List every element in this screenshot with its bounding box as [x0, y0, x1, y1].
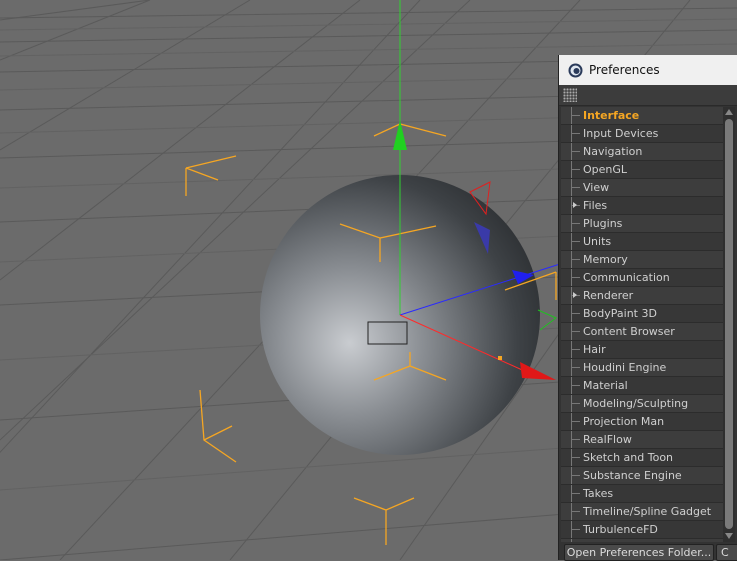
tree-item[interactable]: Communication — [561, 269, 723, 287]
tree-branch-line — [571, 349, 580, 350]
tree-item[interactable]: Import/Export — [561, 539, 723, 542]
tree-item-label: Communication — [583, 271, 670, 284]
tree-item[interactable]: Input Devices — [561, 125, 723, 143]
tree-item-label: Timeline/Spline Gadget — [583, 505, 712, 518]
tree-branch-line — [571, 277, 580, 278]
tree-item-label: Files — [583, 199, 608, 212]
tree-item-label: Substance Engine — [583, 469, 682, 482]
tree-branch-line — [571, 439, 580, 440]
preferences-window[interactable]: Preferences Interface Input Devices Naviga… — [558, 55, 737, 561]
tree-item-label: View — [583, 181, 610, 194]
tree-item-label: Plugins — [583, 217, 623, 230]
tree-item[interactable]: Hair — [561, 341, 723, 359]
tree-item[interactable]: Plugins — [561, 215, 723, 233]
tree-item-label: Hair — [583, 343, 606, 356]
tree-branch-line — [571, 223, 580, 224]
tree-item[interactable]: Modeling/Sculpting — [561, 395, 723, 413]
tree-item[interactable]: Interface — [561, 107, 723, 125]
tree-item-label: Import/Export — [583, 541, 659, 542]
tree-branch-line — [571, 133, 580, 134]
scroll-down-icon[interactable] — [725, 533, 733, 539]
grip-dots-icon[interactable] — [563, 88, 577, 102]
tree-branch-line — [571, 313, 580, 314]
expand-arrow-icon[interactable] — [573, 292, 577, 298]
tree-scrollbar[interactable] — [723, 107, 735, 542]
tree-item[interactable]: Files — [561, 197, 723, 215]
tree-branch-line — [571, 115, 580, 116]
tree-branch-line — [571, 457, 580, 458]
tree-item-label: Modeling/Sculpting — [583, 397, 689, 410]
tree-item-label: Takes — [583, 487, 614, 500]
footer-second-button[interactable]: C — [716, 544, 737, 561]
window-title: Preferences — [589, 63, 660, 77]
tree-item-label: OpenGL — [583, 163, 628, 176]
tree-item-label: RealFlow — [583, 433, 632, 446]
tree-branch-line — [571, 493, 580, 494]
tree-item[interactable]: Houdini Engine — [561, 359, 723, 377]
tree-item[interactable]: RealFlow — [561, 431, 723, 449]
tree-item-label: Memory — [583, 253, 628, 266]
tree-item[interactable]: Renderer — [561, 287, 723, 305]
tree-item-label: Material — [583, 379, 628, 392]
tree-branch-line — [571, 259, 580, 260]
tree-branch-line — [571, 475, 580, 476]
tree-item-label: Content Browser — [583, 325, 675, 338]
tree-branch-line — [571, 151, 580, 152]
tree-item-label: Units — [583, 235, 612, 248]
tree-item[interactable]: Sketch and Toon — [561, 449, 723, 467]
tree-item[interactable]: Substance Engine — [561, 467, 723, 485]
tree-branch-line — [571, 529, 580, 530]
tree-item-label: Houdini Engine — [583, 361, 667, 374]
tree-branch-line — [571, 169, 580, 170]
scroll-thumb[interactable] — [725, 119, 733, 529]
tree-item-label: Sketch and Toon — [583, 451, 674, 464]
tree-item[interactable]: Material — [561, 377, 723, 395]
tree-branch-line — [571, 187, 580, 188]
tree-item[interactable]: BodyPaint 3D — [561, 305, 723, 323]
tree-guide-line — [571, 539, 572, 542]
tree-item-label: Projection Man — [583, 415, 665, 428]
tree-item-label: Input Devices — [583, 127, 659, 140]
tree-item-label: Renderer — [583, 289, 634, 302]
tree-item-label: TurbulenceFD — [583, 523, 658, 536]
tree-branch-line — [571, 511, 580, 512]
footer: Open Preferences Folder... C — [559, 543, 737, 561]
tree-item[interactable]: TurbulenceFD — [561, 521, 723, 539]
tree-item[interactable]: Memory — [561, 251, 723, 269]
tree-branch-line — [571, 241, 580, 242]
tree-item[interactable]: Content Browser — [561, 323, 723, 341]
scroll-up-icon[interactable] — [725, 109, 733, 115]
preferences-tree[interactable]: Interface Input Devices Navigation OpenGL Vi… — [561, 107, 723, 542]
tree-item[interactable]: Timeline/Spline Gadget — [561, 503, 723, 521]
tree-branch-line — [571, 367, 580, 368]
tree-item[interactable]: Takes — [561, 485, 723, 503]
tree-branch-line — [571, 385, 580, 386]
toolbar — [559, 85, 737, 106]
tree-item[interactable]: Units — [561, 233, 723, 251]
tree-item[interactable]: OpenGL — [561, 161, 723, 179]
tree-item[interactable]: View — [561, 179, 723, 197]
tree-item[interactable]: Projection Man — [561, 413, 723, 431]
tree-item[interactable]: Navigation — [561, 143, 723, 161]
tree-item-label: BodyPaint 3D — [583, 307, 657, 320]
open-preferences-folder-button[interactable]: Open Preferences Folder... — [564, 544, 714, 561]
tree-item-label: Navigation — [583, 145, 643, 158]
expand-arrow-icon[interactable] — [573, 202, 577, 208]
tree-branch-line — [571, 403, 580, 404]
tree-item-label: Interface — [583, 109, 640, 122]
tree-branch-line — [571, 331, 580, 332]
tree-branch-line — [571, 421, 580, 422]
title-bar[interactable]: Preferences — [559, 55, 737, 86]
cinema4d-logo-icon — [568, 63, 583, 78]
